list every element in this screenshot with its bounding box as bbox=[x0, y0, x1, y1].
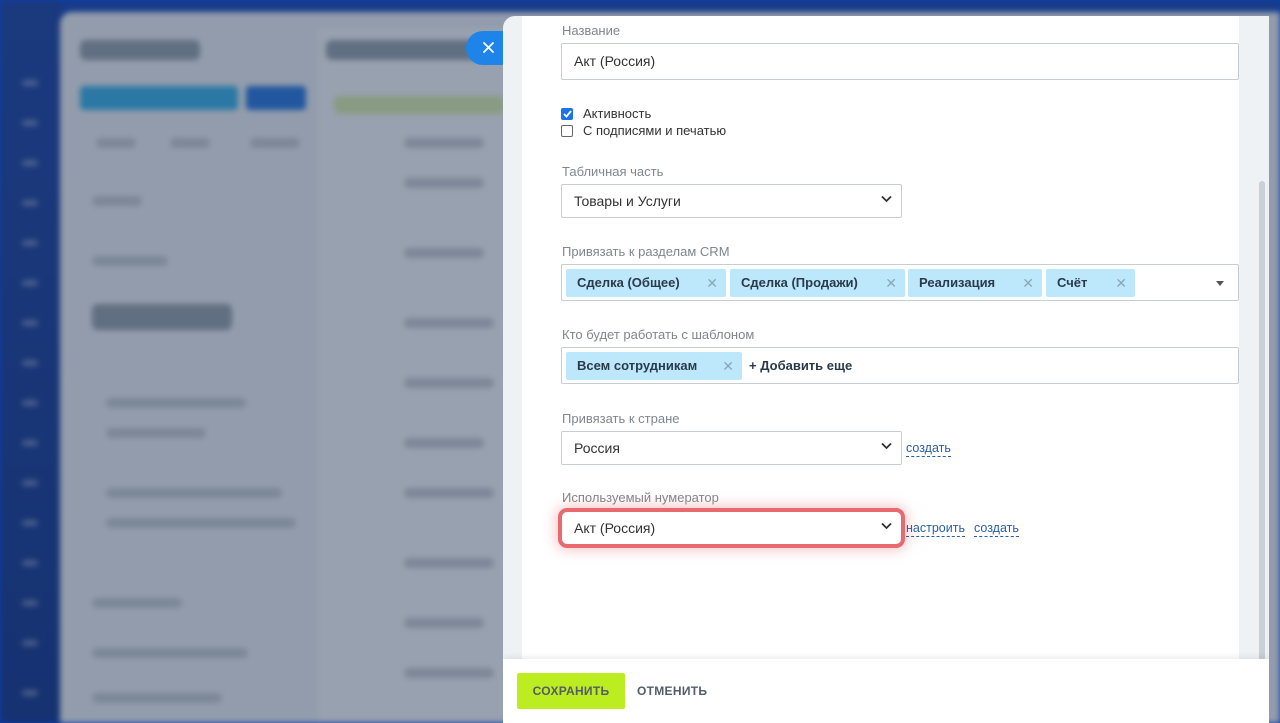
signed-label: С подписями и печатью bbox=[583, 123, 727, 138]
configure-numerator-link[interactable]: настроить bbox=[906, 521, 965, 537]
active-checkbox[interactable] bbox=[561, 107, 573, 120]
scrollbar[interactable] bbox=[1259, 181, 1265, 721]
close-icon[interactable]: ✕ bbox=[1022, 269, 1034, 297]
users-label: Кто будет работать с шаблоном bbox=[562, 327, 755, 342]
chevron-down-icon bbox=[881, 522, 892, 532]
country-select-value: Россия bbox=[574, 440, 620, 456]
check-icon bbox=[562, 109, 572, 118]
active-checkbox-row[interactable]: Активность bbox=[561, 106, 651, 121]
create-country-link[interactable]: создать bbox=[906, 441, 951, 457]
crm-label: Привязать к разделам CRM bbox=[562, 244, 730, 259]
name-input[interactable]: Акт (Россия) bbox=[561, 43, 1239, 80]
chevron-down-icon bbox=[881, 442, 892, 452]
active-label: Активность bbox=[583, 106, 652, 121]
close-icon[interactable]: ✕ bbox=[1115, 269, 1127, 297]
close-icon bbox=[482, 42, 494, 54]
table-label: Табличная часть bbox=[562, 164, 664, 179]
users-field[interactable]: Всем сотрудникам ✕ + Добавить еще bbox=[561, 347, 1239, 384]
close-icon[interactable]: ✕ bbox=[722, 352, 734, 380]
numerator-select-value: Акт (Россия) bbox=[574, 520, 656, 536]
close-button[interactable] bbox=[466, 31, 506, 65]
country-label: Привязать к стране bbox=[562, 411, 680, 426]
numerator-label: Используемый нумератор bbox=[562, 490, 719, 505]
signed-checkbox[interactable] bbox=[561, 124, 573, 137]
crm-tag-label: Сделка (Продажи) bbox=[741, 275, 858, 290]
chevron-down-icon bbox=[881, 195, 892, 205]
country-select[interactable]: Россия bbox=[561, 431, 902, 465]
add-more-link[interactable]: + Добавить еще bbox=[749, 358, 852, 373]
save-button[interactable]: СОХРАНИТЬ bbox=[517, 673, 625, 709]
user-tag-label: Всем сотрудникам bbox=[577, 358, 698, 373]
table-select-value: Товары и Услуги bbox=[574, 193, 681, 209]
close-icon[interactable]: ✕ bbox=[885, 269, 897, 297]
dropdown-arrow-icon[interactable] bbox=[1216, 281, 1224, 286]
footer-bar: СОХРАНИТЬ ОТМЕНИТЬ bbox=[503, 659, 1269, 723]
crm-tag: Счёт ✕ bbox=[1046, 269, 1135, 297]
crm-tag-label: Реализация bbox=[919, 275, 996, 290]
crm-tag: Сделка (Продажи) ✕ bbox=[730, 269, 905, 297]
document-template-panel: Название Акт (Россия) Активность С подпи… bbox=[503, 16, 1269, 723]
create-numerator-link[interactable]: создать bbox=[974, 521, 1019, 537]
crm-tag: Сделка (Общее) ✕ bbox=[566, 269, 726, 297]
signed-checkbox-row[interactable]: С подписями и печатью bbox=[561, 123, 726, 138]
table-select[interactable]: Товары и Услуги bbox=[561, 184, 902, 218]
numerator-select[interactable]: Акт (Россия) bbox=[561, 511, 902, 545]
crm-tag-label: Счёт bbox=[1057, 275, 1088, 290]
crm-tag: Реализация ✕ bbox=[908, 269, 1042, 297]
form-card: Название Акт (Россия) Активность С подпи… bbox=[522, 16, 1239, 661]
name-label: Название bbox=[562, 23, 621, 38]
close-icon[interactable]: ✕ bbox=[706, 269, 718, 297]
crm-tag-label: Сделка (Общее) bbox=[577, 275, 680, 290]
crm-sections-field[interactable]: Сделка (Общее) ✕ Сделка (Продажи) ✕ Реал… bbox=[561, 264, 1239, 301]
cancel-button[interactable]: ОТМЕНИТЬ bbox=[637, 673, 707, 709]
user-tag: Всем сотрудникам ✕ bbox=[566, 352, 742, 380]
